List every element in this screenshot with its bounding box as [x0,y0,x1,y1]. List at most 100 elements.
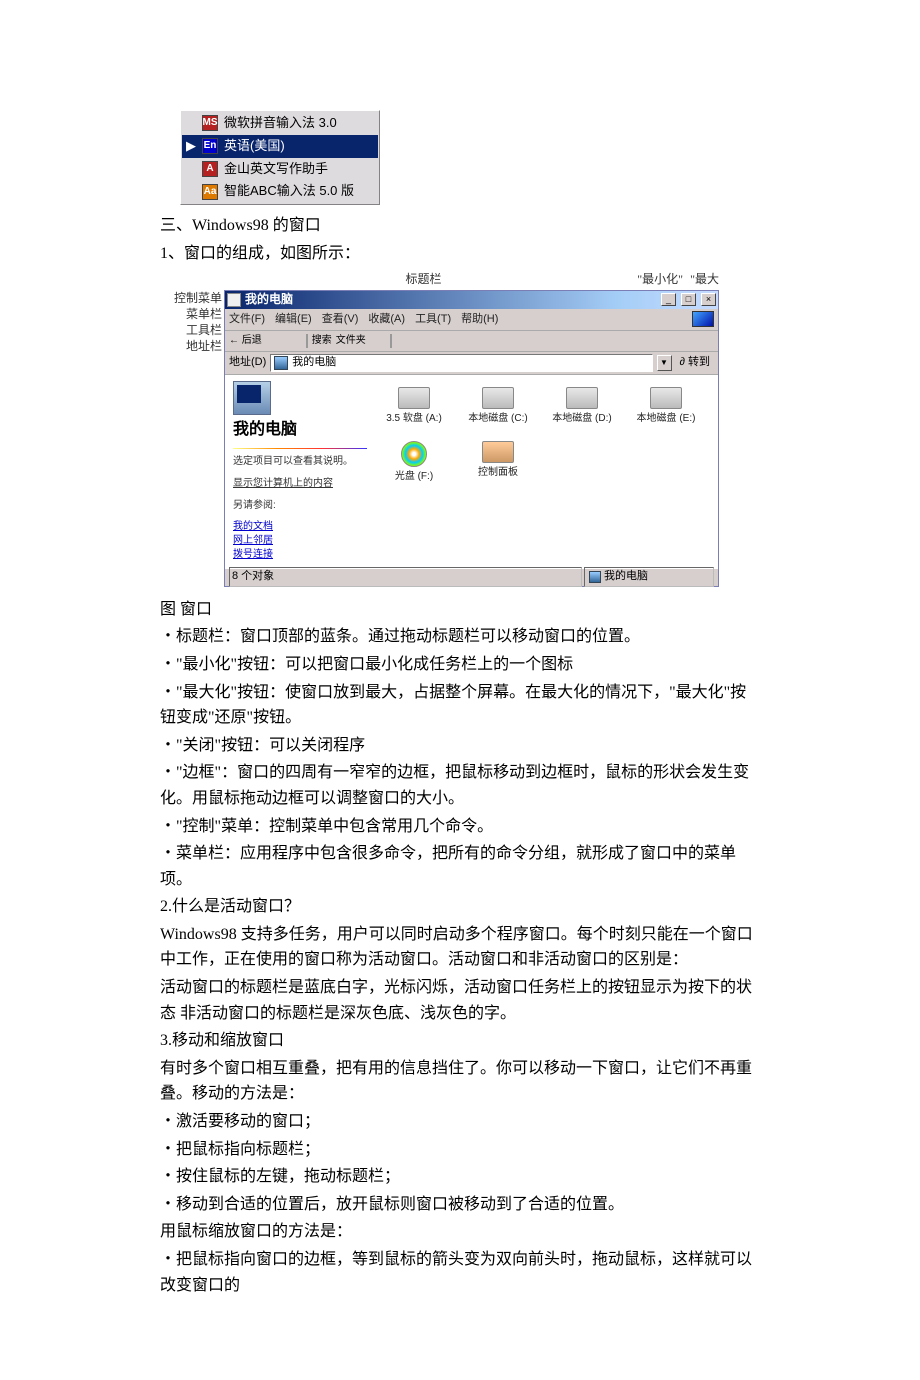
drive-d[interactable]: 本地磁盘 (D:) [551,387,613,427]
abc-ime-icon: Aa [202,184,218,200]
close-button[interactable]: × [701,293,716,306]
ime-menu: MS 微软拼音输入法 3.0 ▶ En 英语(美国) A 金山英文写作助手 Aa… [180,110,380,205]
copy-button[interactable] [416,333,432,349]
label-minimize: "最小化" [623,270,683,289]
computer-icon [274,356,288,370]
label-titlebar: 标题栏 [224,270,623,289]
heading-section-3: 三、Windows98 的窗口 [160,213,760,239]
q2-body: Windows98 支持多任务，用户可以同时启动多个程序窗口。每个时刻只能在一个… [160,922,760,973]
window-title: 我的电脑 [245,290,656,309]
q3-step: ・移动到合适的位置后，放开鼠标则窗口被移动到了合适的位置。 [160,1192,760,1218]
back-button[interactable]: ← 后退 [229,333,262,349]
para-window-composition: 1、窗口的组成，如图所示： [160,241,760,267]
minimize-button[interactable]: _ [661,293,676,306]
ime-selected-arrow-icon: ▶ [186,136,196,157]
address-bar: 地址(D) 我的电脑 ▼ ∂ 转到 [225,352,718,375]
status-bar: 8 个对象 我的电脑 [225,568,718,586]
bullet: ・"最小化"按钮：可以把窗口最小化成任务栏上的一个图标 [160,652,760,678]
ms-pinyin-icon: MS [202,115,218,131]
label-menubar: 菜单栏 [160,306,222,322]
label-addressbar: 地址栏 [160,338,222,354]
ime-item[interactable]: A 金山英文写作助手 [182,158,378,181]
undo-button[interactable] [456,333,472,349]
control-panel-icon [482,441,514,463]
windows-logo-icon [692,311,714,327]
menu-file[interactable]: 文件(F) [229,311,265,329]
computer-small-icon [589,571,601,583]
titlebar[interactable]: 我的电脑 _ □ × [225,291,718,309]
q3-step: ・把鼠标指向标题栏； [160,1137,760,1163]
control-panel[interactable]: 控制面板 [467,441,529,485]
ime-item[interactable]: Aa 智能ABC输入法 5.0 版 [182,180,378,203]
menu-tools[interactable]: 工具(T) [415,311,451,329]
bullet: ・"边框"：窗口的四周有一窄窄的边框，把鼠标移动到边框时，鼠标的形状会发生变化。… [160,760,760,811]
q3-step: ・按住鼠标的左键，拖动标题栏； [160,1164,760,1190]
q3-intro: 有时多个窗口相互重叠，把有用的信息挡住了。你可以移动一下窗口，让它们不再重叠。移… [160,1056,760,1107]
label-toolbar: 工具栏 [160,322,222,338]
maximize-button[interactable]: □ [681,293,696,306]
up-button[interactable] [286,333,302,349]
cut-button[interactable] [396,333,412,349]
search-button[interactable]: 搜索 [312,333,332,349]
ime-item[interactable]: MS 微软拼音输入法 3.0 [182,112,378,135]
ime-item-selected[interactable]: ▶ En 英语(美国) [182,135,378,158]
address-value: 我的电脑 [292,354,336,372]
explorer-window: 我的电脑 _ □ × 文件(F) 编辑(E) 查看(V) 收藏(A) 工具(T)… [224,290,719,587]
menu-favorites[interactable]: 收藏(A) [368,311,405,329]
ime-label: 智能ABC输入法 5.0 版 [224,181,354,202]
toolbar-separator [306,334,308,348]
info-sub: 显示您计算机上的内容 [233,476,367,492]
hdd-icon [650,387,682,409]
address-input[interactable]: 我的电脑 [270,354,652,372]
ime-label: 微软拼音输入法 3.0 [224,113,337,134]
q2-body: 活动窗口的标题栏是蓝底白字，光标闪烁，活动窗口任务栏上的按钮显示为按下的状态 非… [160,975,760,1026]
q3-resize-step: ・把鼠标指向窗口的边框，等到鼠标的箭头变为双向前头时，拖动鼠标，这样就可以改变窗… [160,1247,760,1298]
link-my-documents[interactable]: 我的文档 [233,520,367,534]
drive-c[interactable]: 本地磁盘 (C:) [467,387,529,427]
status-left: 8 个对象 [229,567,582,587]
delete-button[interactable] [476,333,492,349]
address-label: 地址(D) [229,354,266,372]
views-button[interactable] [496,333,512,349]
paste-button[interactable] [436,333,452,349]
q2-heading: 2.什么是活动窗口？ [160,894,760,920]
floppy-icon [398,387,430,409]
drive-a[interactable]: 3.5 软盘 (A:) [383,387,445,427]
info-hint: 选定项目可以查看其说明。 [233,454,367,470]
info-title: 我的电脑 [233,417,367,443]
q3-heading: 3.移动和缩放窗口 [160,1028,760,1054]
bullet: ・菜单栏：应用程序中包含很多命令，把所有的命令分组，就形成了窗口中的菜单项。 [160,841,760,892]
menu-view[interactable]: 查看(V) [322,311,359,329]
window-content: 我的电脑 选定项目可以查看其说明。 显示您计算机上的内容 另请参阅: 我的文档 … [225,375,718,568]
color-separator [233,448,367,449]
q3-resize-intro: 用鼠标缩放窗口的方法是： [160,1219,760,1245]
english-us-icon: En [202,138,218,154]
bullet: ・标题栏：窗口顶部的蓝条。通过拖动标题栏可以移动窗口的位置。 [160,624,760,650]
label-maximize: "最大 [683,270,719,289]
icon-view: 3.5 软盘 (A:) 本地磁盘 (C:) 本地磁盘 (D:) 本地磁盘 (E:… [375,375,718,568]
my-computer-large-icon [233,381,271,415]
folders-button[interactable]: 文件夹 [336,333,366,349]
forward-button[interactable] [266,333,282,349]
menu-edit[interactable]: 编辑(E) [275,311,312,329]
menubar: 文件(F) 编辑(E) 查看(V) 收藏(A) 工具(T) 帮助(H) [225,309,718,332]
address-dropdown-button[interactable]: ▼ [657,355,672,371]
toolbar-separator [390,334,392,348]
link-network[interactable]: 网上邻居 [233,534,367,548]
history-button[interactable] [370,333,386,349]
kingsoft-icon: A [202,161,218,177]
cd-icon [401,441,427,467]
drive-e[interactable]: 本地磁盘 (E:) [635,387,697,427]
hdd-icon [482,387,514,409]
info-pane: 我的电脑 选定项目可以查看其说明。 显示您计算机上的内容 另请参阅: 我的文档 … [225,375,375,568]
go-button[interactable]: ∂ 转到 [676,354,715,372]
figure-caption: 图 窗口 [160,597,760,623]
ime-label: 英语(美国) [224,136,285,157]
menu-help[interactable]: 帮助(H) [461,311,498,329]
bullet: ・"关闭"按钮：可以关闭程序 [160,733,760,759]
system-menu-icon[interactable] [227,293,241,307]
q3-step: ・激活要移动的窗口； [160,1109,760,1135]
see-also-label: 另请参阅: [233,498,367,514]
link-dialup[interactable]: 拨号连接 [233,548,367,562]
drive-f-cd[interactable]: 光盘 (F:) [383,441,445,485]
